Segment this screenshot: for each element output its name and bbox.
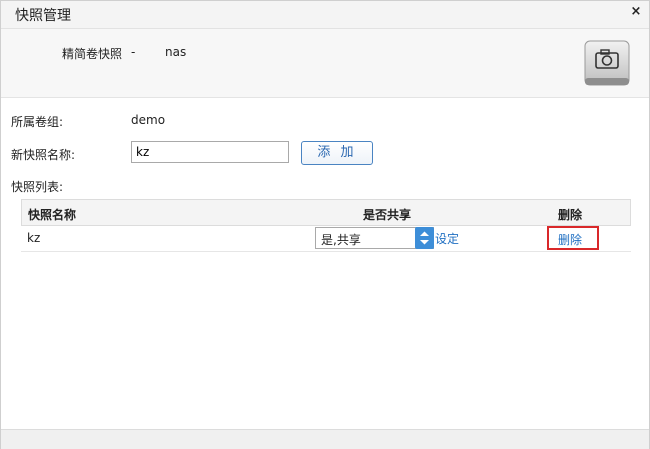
snapshot-name-cell: kz bbox=[27, 231, 41, 245]
select-arrows-icon[interactable] bbox=[415, 227, 434, 249]
snapshot-name-input[interactable] bbox=[131, 141, 289, 163]
delete-highlight: 删除 bbox=[547, 226, 599, 250]
camera-icon bbox=[584, 40, 630, 86]
set-share-link[interactable]: 设定 bbox=[435, 230, 459, 247]
header-dash: - bbox=[131, 45, 136, 59]
table-row: kz 是,共享 设定 删除 bbox=[21, 226, 631, 252]
snapshot-header: 精简卷快照 - nas bbox=[1, 29, 649, 98]
new-snapshot-label: 新快照名称: bbox=[11, 148, 76, 162]
column-header-delete: 删除 bbox=[558, 208, 583, 222]
snapshot-dialog: 快照管理 × 精简卷快照 - nas 所属卷组: demo 新快照名称: 添 加… bbox=[0, 0, 650, 449]
delete-link[interactable]: 删除 bbox=[558, 231, 582, 248]
snapshot-list-label: 快照列表: bbox=[11, 180, 64, 194]
table-header: 快照名称 是否共享 删除 bbox=[21, 199, 631, 226]
share-select[interactable]: 是,共享 bbox=[315, 227, 434, 249]
volume-group-label: 所属卷组: bbox=[11, 115, 64, 129]
header-label: 精简卷快照 bbox=[62, 47, 123, 61]
snapshot-table: 快照名称 是否共享 删除 kz 是,共享 设定 删除 bbox=[21, 199, 631, 252]
dialog-title: 快照管理 bbox=[15, 8, 71, 24]
column-header-share: 是否共享 bbox=[363, 208, 412, 222]
share-select-value: 是,共享 bbox=[321, 233, 361, 247]
title-bar: 快照管理 × bbox=[1, 1, 649, 29]
close-icon[interactable]: × bbox=[629, 5, 643, 19]
add-button[interactable]: 添 加 bbox=[301, 141, 373, 165]
header-value: nas bbox=[165, 45, 187, 59]
volume-group-value: demo bbox=[131, 113, 166, 127]
dialog-footer bbox=[1, 429, 649, 449]
column-header-name: 快照名称 bbox=[28, 208, 77, 222]
